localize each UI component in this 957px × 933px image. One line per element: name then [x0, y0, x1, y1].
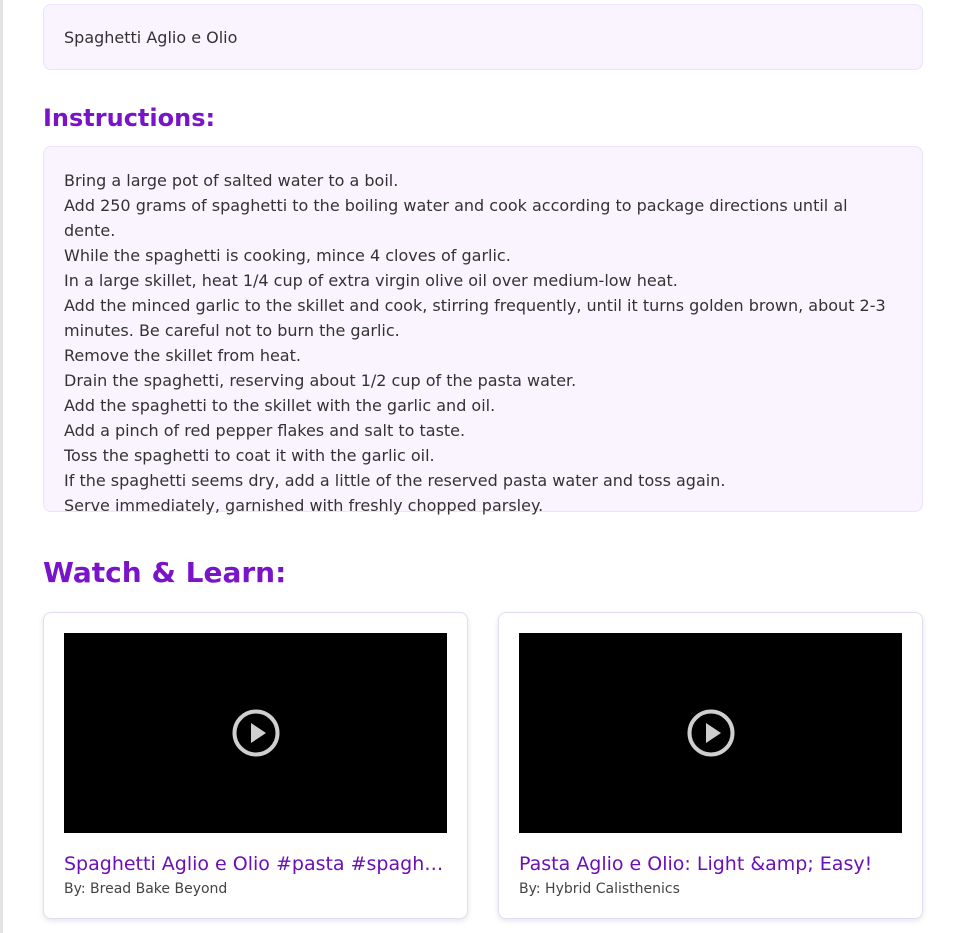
instruction-step: Add 250 grams of spaghetti to the boilin… — [64, 196, 848, 240]
instruction-step: Drain the spaghetti, reserving about 1/2… — [64, 371, 577, 390]
play-icon[interactable] — [232, 709, 280, 757]
instructions-heading: Instructions: — [43, 104, 216, 132]
play-icon[interactable] — [687, 709, 735, 757]
instruction-step: Serve immediately, garnished with freshl… — [64, 496, 544, 515]
recipe-name-box: Spaghetti Aglio e Olio — [43, 4, 923, 70]
instruction-step: Add the minced garlic to the skillet and… — [64, 296, 886, 340]
video-title[interactable]: Pasta Aglio e Olio: Light &amp; Easy! — [519, 853, 904, 875]
video-title[interactable]: Spaghetti Aglio e Olio #pasta #spaghetti — [64, 853, 449, 875]
recipe-name: Spaghetti Aglio e Olio — [64, 27, 238, 47]
instruction-step: Bring a large pot of salted water to a b… — [64, 171, 399, 190]
video-player[interactable] — [64, 633, 447, 833]
video-card[interactable]: Pasta Aglio e Olio: Light &amp; Easy! By… — [498, 612, 923, 919]
instruction-step: In a large skillet, heat 1/4 cup of extr… — [64, 271, 678, 290]
left-border — [0, 0, 3, 933]
video-player[interactable] — [519, 633, 902, 833]
instruction-step: Add a pinch of red pepper flakes and sal… — [64, 421, 466, 440]
instruction-step: While the spaghetti is cooking, mince 4 … — [64, 246, 511, 265]
video-channel: By: Hybrid Calisthenics — [519, 881, 680, 897]
instruction-step: Toss the spaghetti to coat it with the g… — [64, 446, 435, 465]
instruction-step: Add the spaghetti to the skillet with th… — [64, 396, 496, 415]
video-card[interactable]: Spaghetti Aglio e Olio #pasta #spaghetti… — [43, 612, 468, 919]
watch-learn-heading: Watch & Learn: — [43, 556, 287, 589]
instruction-step: Remove the skillet from heat. — [64, 346, 301, 365]
video-channel: By: Bread Bake Beyond — [64, 881, 228, 897]
instruction-step: If the spaghetti seems dry, add a little… — [64, 471, 726, 490]
instructions-box: Bring a large pot of salted water to a b… — [43, 146, 923, 515]
